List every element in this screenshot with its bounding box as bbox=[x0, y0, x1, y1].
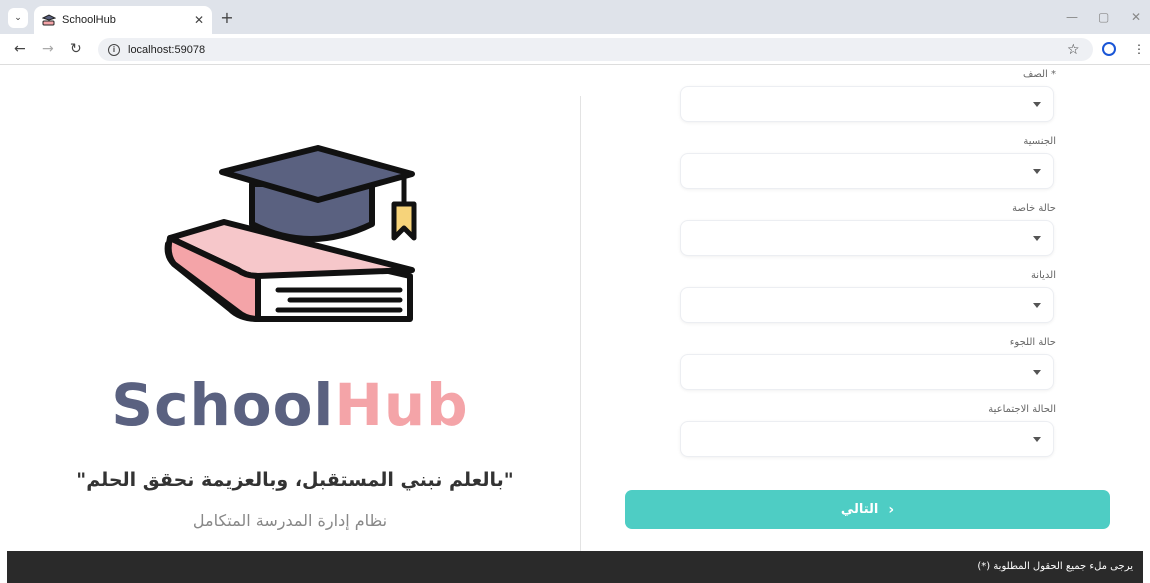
url-text: localhost:59078 bbox=[128, 43, 206, 56]
book-graduation-cap-icon bbox=[164, 145, 417, 322]
new-tab-icon[interactable]: + bbox=[218, 8, 236, 27]
grade-label: * الصف bbox=[1022, 69, 1056, 80]
required-fields-notice: يرجى ملء جميع الحقول المطلوبة (*) bbox=[977, 561, 1133, 572]
dropdown-caret-icon bbox=[1033, 437, 1041, 442]
refugee-status-label: حالة اللجوء bbox=[1009, 337, 1056, 348]
next-button[interactable]: التالي › bbox=[625, 490, 1110, 529]
dropdown-caret-icon bbox=[1033, 169, 1041, 174]
slogan: "بالعلم نبني المستقبل، وبالعزيمة نحقق ال… bbox=[76, 469, 514, 491]
religion-label: الديانة bbox=[1030, 270, 1056, 281]
marital-status-select[interactable] bbox=[680, 421, 1054, 457]
hero-subtitle: نظام إدارة المدرسة المتكامل bbox=[192, 511, 388, 530]
refugee-status-select[interactable] bbox=[680, 354, 1054, 390]
address-bar[interactable]: i localhost:59078 bbox=[98, 38, 1093, 61]
brand-part-hub: Hub bbox=[334, 371, 469, 439]
nationality-select[interactable] bbox=[680, 153, 1054, 189]
religion-select[interactable] bbox=[680, 287, 1054, 323]
site-info-icon[interactable]: i bbox=[108, 43, 120, 56]
brand-logo-text: SchoolHub bbox=[0, 371, 580, 439]
next-button-label: التالي bbox=[840, 502, 879, 517]
chevron-right-icon: › bbox=[888, 501, 895, 518]
special-case-select[interactable] bbox=[680, 220, 1054, 256]
kebab-menu-icon[interactable]: ⋮ bbox=[1133, 42, 1145, 56]
reload-icon[interactable]: ↻ bbox=[70, 41, 82, 57]
minimize-icon[interactable]: — bbox=[1066, 10, 1078, 24]
marital-status-label: الحالة الاجتماعية bbox=[988, 404, 1056, 415]
footer-bar: يرجى ملء جميع الحقول المطلوبة (*) bbox=[7, 551, 1143, 583]
restore-icon[interactable]: ▢ bbox=[1098, 10, 1109, 24]
tab-close-icon[interactable]: ✕ bbox=[194, 13, 204, 27]
forward-arrow-icon[interactable]: → bbox=[42, 41, 54, 57]
brand-part-school: School bbox=[111, 371, 335, 439]
back-arrow-icon[interactable]: ← bbox=[14, 41, 26, 57]
bookmark-star-icon[interactable]: ☆ bbox=[1067, 42, 1080, 58]
dropdown-caret-icon bbox=[1033, 303, 1041, 308]
browser-tab[interactable]: SchoolHub ✕ bbox=[34, 6, 212, 34]
dropdown-caret-icon bbox=[1033, 236, 1041, 241]
hero-panel: SchoolHub "بالعلم نبني المستقبل، وبالعزي… bbox=[0, 66, 580, 550]
grade-select[interactable] bbox=[680, 86, 1054, 122]
dropdown-caret-icon bbox=[1033, 370, 1041, 375]
graduation-cap-favicon-icon bbox=[42, 14, 56, 26]
page-content: SchoolHub "بالعلم نبني المستقبل، وبالعزي… bbox=[0, 66, 1150, 551]
nationality-label: الجنسية bbox=[1023, 136, 1056, 147]
window-close-icon[interactable]: ✕ bbox=[1131, 10, 1141, 24]
special-case-label: حالة خاصة bbox=[1012, 203, 1056, 214]
browser-tab-strip: ⌄ SchoolHub ✕ + — ▢ ✕ bbox=[0, 0, 1150, 34]
panel-divider bbox=[580, 96, 581, 551]
browser-toolbar: ← → ↻ i localhost:59078 ☆ ⋮ bbox=[0, 34, 1150, 65]
tab-title: SchoolHub bbox=[62, 14, 116, 26]
tab-search-chevron-icon[interactable]: ⌄ bbox=[8, 8, 28, 28]
dropdown-caret-icon bbox=[1033, 102, 1041, 107]
profile-avatar-icon[interactable] bbox=[1102, 42, 1116, 56]
